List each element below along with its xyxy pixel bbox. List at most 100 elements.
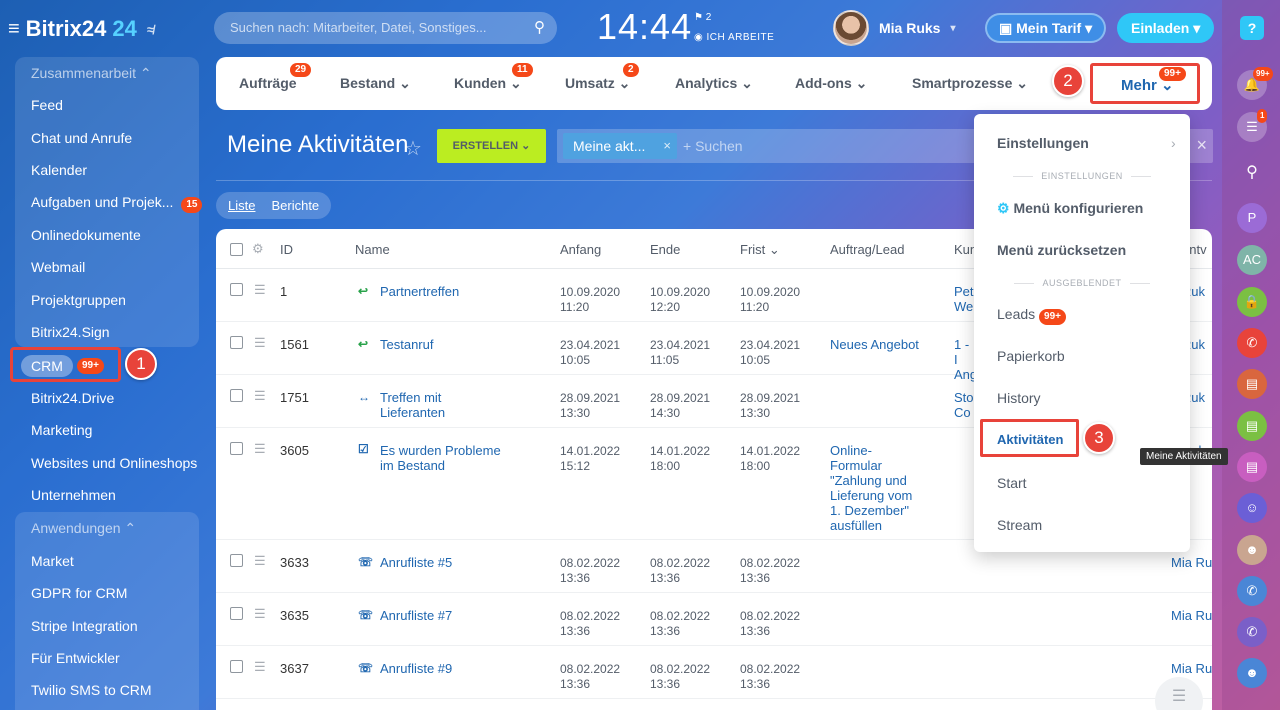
row-name-link[interactable]: Partnertreffen <box>380 284 459 299</box>
openline-icon[interactable]: ▤ <box>1237 452 1267 482</box>
table-row[interactable]: ☰ 3635 ☏ Anrufliste #7 08.02.2022 13:36 … <box>216 593 1212 646</box>
row-name-link[interactable]: Treffen mit Lieferanten <box>380 390 480 420</box>
row-menu-icon[interactable]: ☰ <box>254 441 266 457</box>
user-avatar-icon[interactable]: ☻ <box>1237 535 1267 565</box>
search-icon[interactable]: ⚲ <box>534 12 545 44</box>
phone-icon[interactable]: ✆ <box>1237 576 1267 606</box>
chat-icon[interactable]: ☰ 1 <box>1237 109 1268 142</box>
row-checkbox[interactable] <box>230 660 243 673</box>
filter-search-input[interactable]: + Suchen <box>683 138 743 154</box>
nav-clients[interactable]: Kunden ⌄ 11 <box>454 63 533 92</box>
sidebar-item-marketing[interactable]: Marketing <box>31 422 92 438</box>
sidebar-item-calendar[interactable]: Kalender <box>31 162 87 178</box>
nav-smart-processes[interactable]: Smartprozesse ⌄ <box>912 75 1028 92</box>
row-name-link[interactable]: Anrufliste #5 <box>380 555 452 570</box>
col-start[interactable]: Anfang <box>560 242 601 257</box>
global-search-input[interactable]: Suchen nach: Mitarbeiter, Datei, Sonstig… <box>214 12 557 44</box>
row-menu-icon[interactable]: ☰ <box>254 606 266 622</box>
row-checkbox[interactable] <box>230 442 243 455</box>
pin-icon[interactable]: ≉ <box>147 22 154 37</box>
avatar-p[interactable]: P <box>1237 203 1267 233</box>
menu-item-start[interactable]: Start <box>997 475 1027 491</box>
menu-item-trash[interactable]: Papierkorb <box>997 348 1065 364</box>
sidebar-item-websites[interactable]: Websites und Onlineshops <box>31 455 197 471</box>
col-id[interactable]: ID <box>280 242 293 257</box>
sidebar-item-drive[interactable]: Bitrix24.Drive <box>31 390 114 406</box>
col-deal[interactable]: Auftrag/Lead <box>830 242 904 257</box>
lock-icon[interactable]: 🔒 <box>1237 287 1267 317</box>
phone-icon[interactable]: ✆ <box>1237 617 1267 647</box>
row-checkbox[interactable] <box>230 336 243 349</box>
row-checkbox[interactable] <box>230 389 243 402</box>
menu-item-leads[interactable]: Leads 99+ <box>997 306 1067 325</box>
sidebar-item-groups[interactable]: Projektgruppen <box>31 292 126 308</box>
sidebar-item-developers[interactable]: Für Entwickler <box>31 650 120 666</box>
sidebar-item-crm[interactable]: CRM <box>21 355 73 377</box>
row-responsible-link[interactable]: Mia Ruk <box>1171 661 1212 676</box>
help-icon[interactable]: ? <box>1240 16 1264 40</box>
col-end[interactable]: Ende <box>650 242 680 257</box>
table-row[interactable]: ☰ 3637 ☏ Anrufliste #9 08.02.2022 13:36 … <box>216 646 1212 699</box>
openline-icon[interactable]: ▤ <box>1237 411 1267 441</box>
nav-orders[interactable]: Aufträge 29 <box>239 63 312 91</box>
menu-item-reset[interactable]: Menü zurücksetzen <box>997 242 1126 258</box>
tab-reports[interactable]: Berichte <box>263 192 327 219</box>
menu-item-history[interactable]: History <box>997 390 1041 406</box>
group-icon[interactable]: ☻ <box>1237 658 1267 688</box>
row-client-link[interactable]: Stol Co <box>954 390 974 420</box>
sidebar-item-docs[interactable]: Onlinedokumente <box>31 227 141 243</box>
row-menu-icon[interactable]: ☰ <box>254 335 266 351</box>
nav-addons[interactable]: Add-ons ⌄ <box>795 75 867 92</box>
sidebar-item-market[interactable]: Market <box>31 553 74 569</box>
nav-stock[interactable]: Bestand ⌄ <box>340 75 411 92</box>
sidebar-item-chat[interactable]: Chat und Anrufe <box>31 130 132 146</box>
menu-item-stream[interactable]: Stream <box>997 517 1042 533</box>
sidebar-item-sign[interactable]: Bitrix24.Sign <box>31 324 110 340</box>
sidebar-item-tasks[interactable]: Aufgaben und Projek... 15 <box>31 194 203 213</box>
nav-sales[interactable]: Umsatz ⌄ 2 <box>565 63 639 92</box>
menu-item-activities[interactable]: Aktivitäten <box>980 419 1079 457</box>
sidebar-item-gdpr[interactable]: GDPR for CRM <box>31 585 127 601</box>
row-responsible-link[interactable]: Mia Ruk <box>1171 555 1212 570</box>
user-menu[interactable]: Mia Ruks ▾ <box>833 10 956 46</box>
menu-item-settings[interactable]: Einstellungen › <box>997 135 1176 151</box>
select-all-checkbox[interactable] <box>230 243 243 256</box>
filter-chip[interactable]: Meine akt... × <box>563 133 677 159</box>
invite-button[interactable]: Einladen ▾ <box>1117 13 1215 43</box>
row-deal-link[interactable]: Neues Angebot <box>830 337 919 352</box>
row-client-link[interactable]: Pete Wei <box>954 284 974 314</box>
clear-filter-icon[interactable]: × <box>1196 135 1207 156</box>
sidebar-item-twilio[interactable]: Twilio SMS to CRM <box>31 682 152 698</box>
phone-icon[interactable]: ✆ <box>1237 328 1267 358</box>
sidebar-item-webmail[interactable]: Webmail <box>31 259 85 275</box>
row-checkbox[interactable] <box>230 283 243 296</box>
gear-icon[interactable]: ⚙ <box>252 241 264 257</box>
sidebar-item-feed[interactable]: Feed <box>31 97 63 113</box>
my-plan-button[interactable]: ▣ Mein Tarif ▾ <box>985 13 1107 43</box>
row-checkbox[interactable] <box>230 607 243 620</box>
openline-icon[interactable]: ▤ <box>1237 369 1267 399</box>
nav-more[interactable]: Mehr ⌄ 99+ <box>1090 63 1200 104</box>
logo[interactable]: ≡ Bitrix24 24 ≉ <box>8 16 154 42</box>
search-icon[interactable]: ⚲ <box>1237 158 1267 188</box>
menu-item-configure[interactable]: ⚙ Menü konfigurieren <box>997 200 1143 217</box>
row-name-link[interactable]: Testanruf <box>380 337 433 352</box>
avatar-ac[interactable]: AC <box>1237 245 1267 275</box>
row-name-link[interactable]: Anrufliste #9 <box>380 661 452 676</box>
col-name[interactable]: Name <box>355 242 390 257</box>
sidebar-item-company[interactable]: Unternehmen <box>31 487 116 503</box>
group-title-collaboration[interactable]: Zusammenarbeit ⌃ <box>15 57 199 89</box>
col-due[interactable]: Frist ⌄ <box>740 242 780 258</box>
row-menu-icon[interactable]: ☰ <box>254 282 266 298</box>
row-menu-icon[interactable]: ☰ <box>254 659 266 675</box>
work-status[interactable]: ◉ ICH ARBEITE <box>694 32 774 43</box>
row-menu-icon[interactable]: ☰ <box>254 553 266 569</box>
sidebar-item-stripe[interactable]: Stripe Integration <box>31 618 138 634</box>
row-name-link[interactable]: Anrufliste #7 <box>380 608 452 623</box>
group-chat-icon[interactable]: ☺ <box>1237 493 1267 523</box>
star-icon[interactable]: ☆ <box>404 136 422 161</box>
row-deal-link[interactable]: Online-Formular "Zahlung und Lieferung v… <box>830 443 922 533</box>
notifications-bell-icon[interactable]: 🔔 99+ <box>1237 67 1273 100</box>
menu-burger-icon[interactable]: ≡ <box>8 18 20 41</box>
row-checkbox[interactable] <box>230 554 243 567</box>
